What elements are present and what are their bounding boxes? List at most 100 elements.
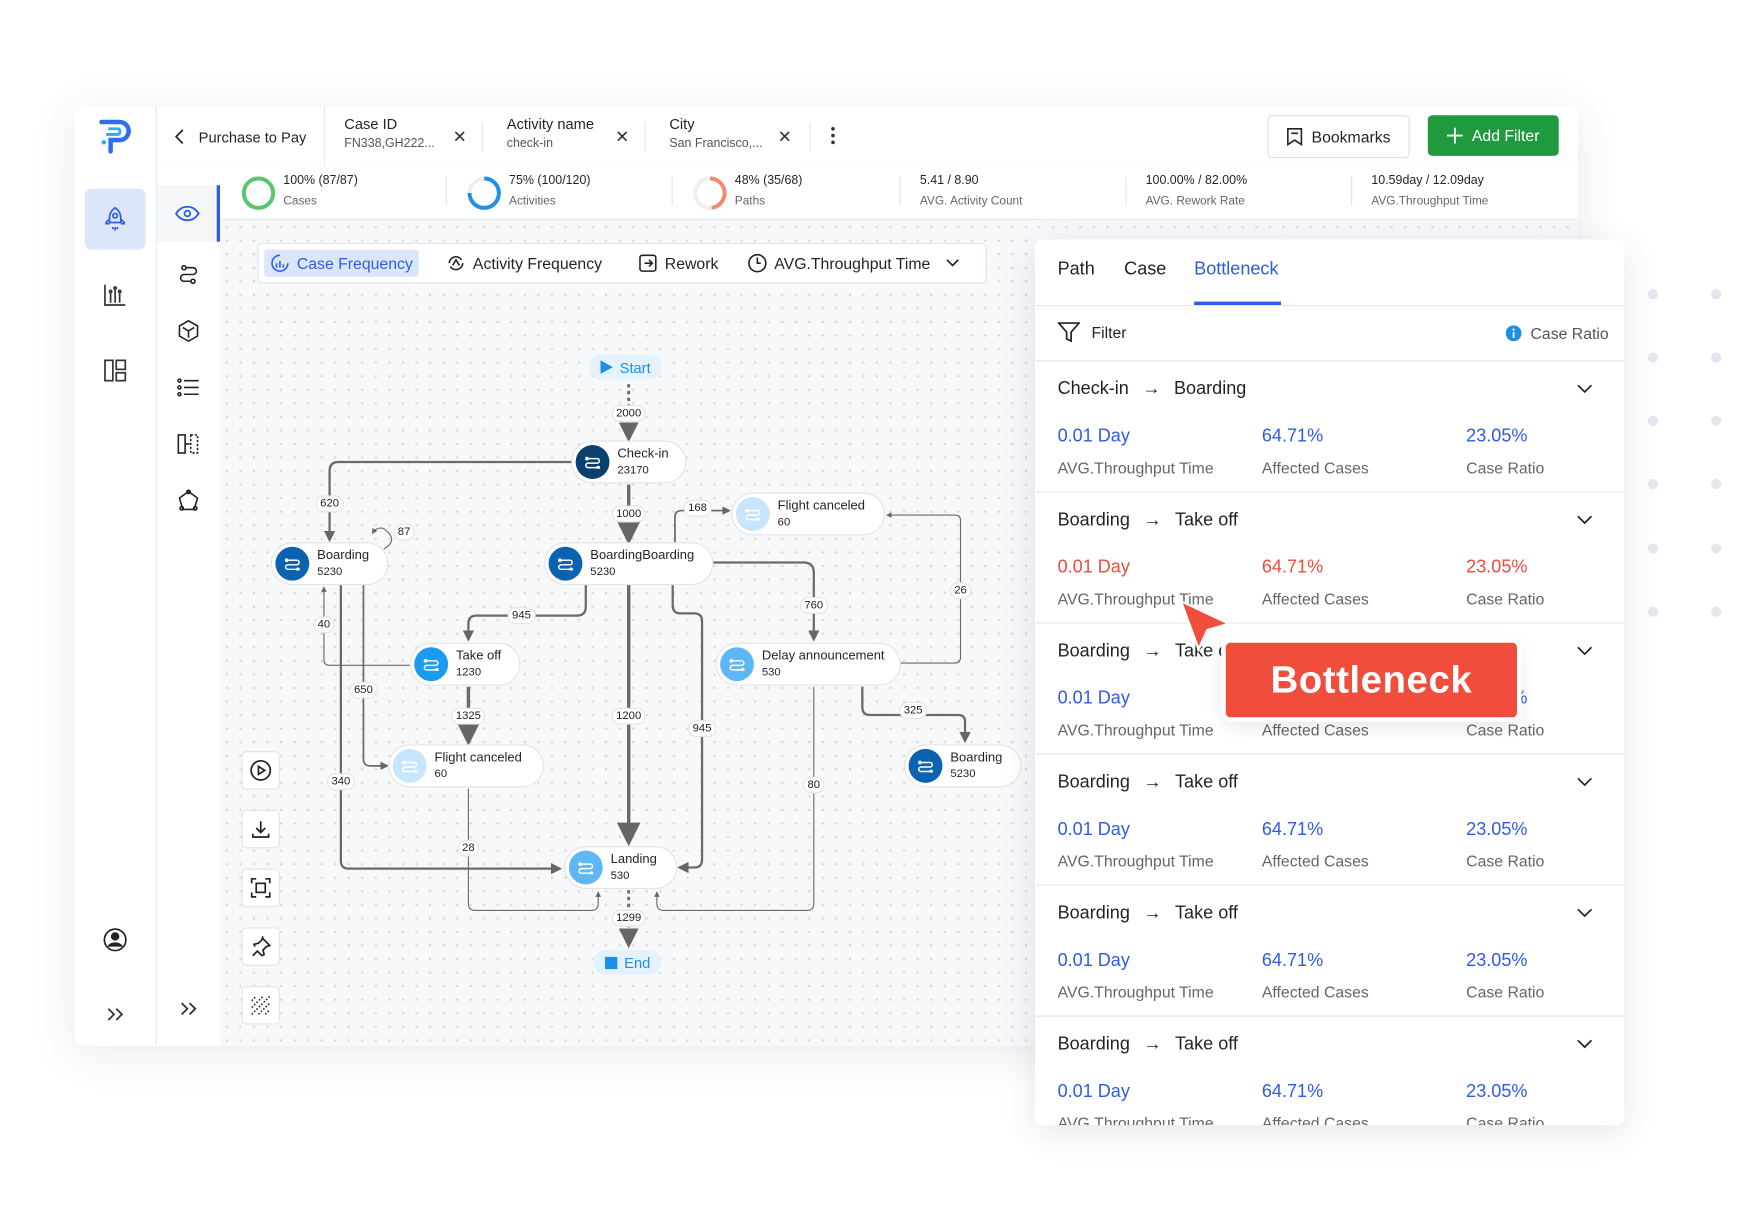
metric-label: Affected Cases — [1261, 982, 1369, 1001]
activity-icon — [414, 647, 449, 682]
activity-node-boarding1[interactable]: Boarding 5230 — [270, 542, 389, 586]
play-icon — [600, 360, 613, 374]
metric-throughput: 0.01 Day AVG.Throughput Time — [1058, 951, 1214, 1001]
grid-toggle-button[interactable] — [241, 986, 280, 1025]
metric-value: 23.05% — [1466, 951, 1528, 971]
activity-icon — [568, 850, 603, 885]
metric-value: 23.05% — [1466, 820, 1528, 840]
metric-value: 23.05% — [1466, 558, 1528, 578]
edge-label: 1299 — [611, 909, 646, 927]
metric-value: 64.71% — [1261, 820, 1324, 840]
tab-label: Activity Frequency — [472, 254, 603, 273]
metric-value: 23.05% — [1466, 1082, 1528, 1102]
bottleneck-item[interactable]: Check-in → Boarding 0.01 Day AVG.Throughput … — [1035, 361, 1625, 493]
chevron-down-icon[interactable] — [1577, 384, 1593, 394]
tab-activity-frequency[interactable]: Activity Frequency — [440, 250, 607, 277]
fit-screen-button[interactable] — [241, 868, 280, 908]
transition-path: Boarding → Take off — [1058, 1035, 1238, 1055]
transition-from: Check-in — [1057, 379, 1129, 399]
edge-delay-landing — [654, 686, 815, 912]
pin-button[interactable] — [241, 927, 280, 966]
activity-node-boarding2[interactable]: Boarding 5230 — [904, 744, 1022, 788]
activity-frequency-icon — [448, 255, 464, 271]
chevron-down-icon[interactable] — [1577, 646, 1593, 656]
edge-label: 2000 — [611, 404, 646, 422]
start-node[interactable]: Start — [589, 354, 662, 380]
metric-label: Affected Cases — [1261, 458, 1369, 477]
chevron-down-icon[interactable] — [1577, 515, 1593, 525]
tab-label: Rework — [664, 254, 719, 273]
activity-node-delay[interactable]: Delay announcement 530 — [715, 642, 901, 686]
arrow-right-icon: → — [1143, 1034, 1162, 1054]
chevron-down-icon[interactable] — [1577, 1039, 1593, 1049]
chevron-down-icon[interactable] — [1577, 908, 1593, 918]
download-button[interactable] — [241, 809, 280, 849]
chevron-down-icon[interactable] — [1577, 777, 1593, 787]
activity-icon — [275, 546, 310, 581]
tab-path[interactable]: Path — [1058, 260, 1095, 280]
metric-case-ratio: 23.05% Case Ratio — [1466, 427, 1544, 477]
transition-path: Check-in → Boarding — [1058, 380, 1247, 400]
edge-checkin-boarding — [323, 460, 574, 543]
bottleneck-item[interactable]: Boarding → Take off 0.01 Day AVG.Throughput … — [1035, 1017, 1624, 1125]
tab-case-frequency[interactable]: Case Frequency — [264, 249, 419, 277]
bottleneck-item[interactable]: Boarding → Take off 0.01 Day AVG.Throughput … — [1035, 755, 1625, 886]
edge-label: 87 — [393, 523, 415, 541]
filter-button[interactable]: Filter — [1057, 322, 1127, 343]
download-icon — [251, 821, 270, 838]
activity-count: 23170 — [617, 464, 649, 477]
metric-value: 0.01 Day — [1057, 689, 1130, 709]
case-ratio-legend: Case Ratio — [1505, 324, 1609, 342]
metric-label: AVG.Throughput Time — [1057, 720, 1214, 739]
metric-label: Affected Cases — [1261, 851, 1369, 870]
transition-from: Boarding — [1057, 772, 1130, 792]
activity-icon — [735, 497, 770, 531]
activity-name: BoardingBoarding — [590, 548, 695, 563]
filter-icon — [1057, 322, 1081, 343]
edge-takeoff-boarding — [321, 586, 412, 666]
activity-node-flightcanceled2[interactable]: Flight canceled 60 — [388, 744, 545, 788]
edge-label: 340 — [326, 773, 355, 791]
tab-avg-throughput-time[interactable]: AVG.Throughput Time — [742, 250, 966, 277]
activity-node-flightcanceled1[interactable]: Flight canceled 60 — [731, 492, 885, 536]
tab-case[interactable]: Case — [1124, 260, 1166, 280]
activity-name: Flight canceled — [434, 751, 522, 765]
bottleneck-callout: Bottleneck — [1225, 642, 1517, 718]
pin-icon — [252, 936, 272, 957]
activity-icon — [908, 748, 943, 783]
metric-label: Affected Cases — [1261, 720, 1369, 739]
activity-node-takeoff[interactable]: Take off 1230 — [409, 642, 521, 686]
metric-case-ratio: 23.05% Case Ratio — [1466, 820, 1544, 870]
activity-count: 5230 — [950, 768, 976, 781]
metric-value: 64.71% — [1261, 426, 1324, 447]
bottleneck-item[interactable]: Boarding → Take off 0.01 Day AVG.Throughput … — [1035, 886, 1625, 1017]
transition-from: Boarding — [1057, 641, 1130, 661]
metric-value: 0.01 Day — [1057, 1082, 1130, 1102]
tab-rework[interactable]: Rework — [632, 250, 724, 277]
edge-label: 650 — [349, 681, 378, 699]
transition-from: Boarding — [1057, 903, 1130, 923]
end-node[interactable]: End — [593, 949, 662, 975]
bottleneck-item[interactable]: Boarding → Take off 0.01 Day AVG.Throughput … — [1035, 493, 1625, 624]
activity-node-checkin[interactable]: Check-in 23170 — [571, 440, 687, 484]
play-circle-icon — [250, 759, 272, 781]
transition-to: Boarding — [1174, 379, 1247, 399]
panel-tabs: Path Case Bottleneck — [1035, 239, 1625, 307]
activity-node-boardingboarding[interactable]: BoardingBoarding 5230 — [544, 542, 714, 586]
metric-label: Case Ratio — [1466, 589, 1545, 608]
activity-node-landing[interactable]: Landing 530 — [564, 846, 678, 889]
edge-label: 1325 — [451, 707, 486, 725]
end-label: End — [624, 953, 651, 971]
edge-label: 168 — [683, 499, 712, 517]
activity-count: 530 — [761, 666, 781, 679]
activity-name: Delay announcement — [761, 649, 885, 664]
play-animation-button[interactable] — [241, 751, 280, 790]
activity-count: 1230 — [455, 666, 482, 679]
metric-toolbar: Case Frequency Activity Frequency Rework… — [257, 242, 987, 284]
tab-bottleneck[interactable]: Bottleneck — [1194, 260, 1278, 280]
transition-to: Take off — [1175, 903, 1238, 923]
activity-icon — [720, 647, 754, 682]
metric-label: AVG.Throughput Time — [1057, 982, 1214, 1001]
active-tab-indicator — [1194, 301, 1282, 305]
chevron-down-icon[interactable] — [946, 259, 960, 268]
